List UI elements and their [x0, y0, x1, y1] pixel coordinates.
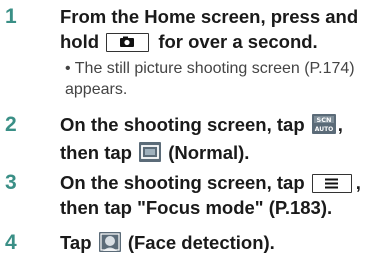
note-bullet: •	[65, 60, 71, 77]
step-note: • The still picture shooting screen (P.1…	[60, 58, 376, 79]
step-text: hold	[60, 31, 100, 52]
step-text: On the shooting screen, tap	[60, 114, 305, 135]
note-text: appears.	[65, 81, 128, 98]
step-line: hold for over a second.	[60, 29, 376, 54]
step-body: On the shooting screen, tap , then tap "…	[60, 170, 376, 220]
step-body: Tap (Face detection).	[60, 230, 376, 258]
face-detection-icon	[98, 232, 121, 258]
step-number: 3	[5, 171, 17, 194]
step-line: then tap "Focus mode" (P.183).	[60, 195, 376, 220]
step-line: From the Home screen, press and	[60, 4, 376, 29]
svg-text:AUTO: AUTO	[315, 126, 334, 133]
step-number: 2	[5, 113, 17, 136]
step-text: (Face detection).	[127, 232, 275, 253]
step-text: then tap	[60, 142, 132, 163]
step-text: From the Home screen, press and	[60, 6, 359, 27]
manual-page: 1 From the Home screen, press and hold f…	[0, 0, 379, 265]
menu-key-icon	[311, 174, 352, 193]
step-text: then tap "Focus mode" (P.183).	[60, 197, 333, 218]
step-text: for over a second.	[158, 31, 318, 52]
scn-auto-icon: SCN AUTO	[311, 114, 336, 140]
camera-key-icon	[106, 33, 150, 52]
step-line: On the shooting screen, tap SCN AUTO ,	[60, 112, 376, 140]
note-text: The still picture shooting screen (P.174…	[74, 60, 355, 77]
step-text: ,	[337, 114, 343, 135]
step-line: then tap (Normal).	[60, 140, 376, 168]
step-line: Tap (Face detection).	[60, 230, 376, 258]
step-body: On the shooting screen, tap SCN AUTO , t…	[60, 112, 376, 168]
step-note: appears.	[60, 79, 376, 100]
svg-text:SCN: SCN	[316, 116, 331, 124]
step-line: On the shooting screen, tap ,	[60, 170, 376, 195]
normal-mode-icon	[139, 142, 162, 168]
step-number: 1	[5, 5, 17, 28]
step-text: Tap	[60, 232, 92, 253]
step-text: On the shooting screen, tap	[60, 172, 305, 193]
step-text: ,	[355, 172, 361, 193]
step-number: 4	[5, 231, 17, 254]
step-text: (Normal).	[168, 142, 250, 163]
step-body: From the Home screen, press and hold for…	[60, 4, 376, 100]
